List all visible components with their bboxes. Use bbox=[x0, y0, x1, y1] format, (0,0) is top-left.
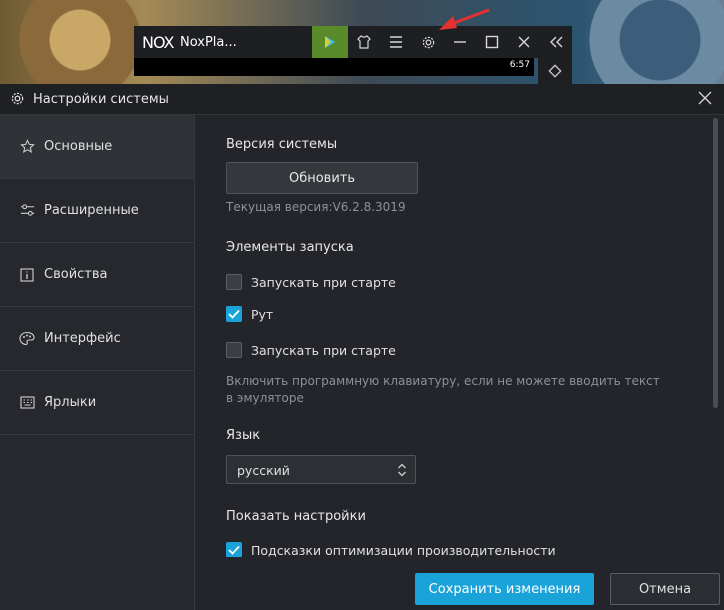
menu-icon bbox=[390, 36, 402, 48]
gear-icon bbox=[11, 92, 24, 105]
rotate-icon bbox=[548, 64, 562, 78]
maximize-icon bbox=[485, 35, 499, 49]
checkbox-label: Рут bbox=[251, 306, 274, 322]
sidebar-item-shortcuts[interactable]: Ярлыки bbox=[0, 371, 194, 435]
sidebar-item-basic[interactable]: Основные bbox=[0, 115, 194, 179]
nox-window-title: NoxPla... bbox=[180, 34, 237, 50]
launch-option-root[interactable]: Рут bbox=[226, 306, 273, 322]
update-button[interactable]: Обновить bbox=[226, 162, 418, 194]
checkbox-label: Подсказки оптимизации производительности bbox=[251, 542, 556, 558]
language-select[interactable]: русский bbox=[226, 455, 416, 484]
sidebar-item-label: Интерфейс bbox=[44, 331, 121, 346]
cancel-button[interactable]: Отмена bbox=[610, 573, 720, 605]
settings-sidebar: Основные Расширенные Свойства Интерфейс … bbox=[0, 115, 195, 610]
sidebar-item-properties[interactable]: Свойства bbox=[0, 243, 194, 307]
collapse-icon bbox=[550, 36, 563, 48]
android-status-bar: 6:57 bbox=[134, 58, 534, 76]
checkbox-label: Запускать при старте bbox=[251, 274, 396, 290]
play-store-button[interactable] bbox=[312, 26, 348, 58]
save-changes-button[interactable]: Сохранить изменения bbox=[415, 573, 594, 605]
checkmark-icon bbox=[228, 545, 240, 555]
checkbox-checked[interactable] bbox=[226, 542, 242, 557]
current-version-text: Текущая версия:V6.2.8.3019 bbox=[226, 200, 406, 214]
dialog-footer: Сохранить изменения Отмена bbox=[195, 557, 724, 610]
updown-chevron-icon bbox=[398, 463, 406, 477]
menu-button[interactable] bbox=[380, 26, 412, 58]
minimize-icon bbox=[454, 41, 466, 43]
sidebar-item-label: Свойства bbox=[44, 267, 108, 282]
dialog-title: Настройки системы bbox=[33, 92, 169, 107]
dialog-titlebar: Настройки системы bbox=[0, 84, 724, 115]
display-option-perf-tips[interactable]: Подсказки оптимизации производительности bbox=[226, 542, 556, 557]
settings-content: Версия системы Обновить Текущая версия:V… bbox=[195, 115, 712, 557]
nox-titlebar: NOX NoxPla... bbox=[134, 26, 572, 58]
sidebar-item-label: Основные bbox=[44, 139, 113, 154]
keyboard-icon bbox=[19, 395, 35, 411]
sidebar-item-label: Ярлыки bbox=[44, 395, 97, 410]
sliders-icon bbox=[19, 203, 35, 219]
section-title-language: Язык bbox=[226, 428, 261, 443]
checkmark-icon bbox=[228, 309, 240, 319]
launch-option-keyboard[interactable]: Запускать при старте bbox=[226, 342, 396, 358]
red-arrow-annotation bbox=[439, 8, 490, 30]
sidebar-item-interface[interactable]: Интерфейс bbox=[0, 307, 194, 371]
nox-logo: NOX bbox=[142, 32, 175, 52]
checkbox-label: Запускать при старте bbox=[251, 342, 396, 358]
keyboard-hint-text: Включить программную клавиатуру, если не… bbox=[226, 374, 660, 405]
info-icon bbox=[19, 267, 35, 283]
checkbox[interactable] bbox=[226, 274, 242, 290]
nox-side-toolbar[interactable] bbox=[538, 58, 572, 84]
section-title-display: Показать настройки bbox=[226, 509, 366, 524]
close-icon[interactable] bbox=[696, 89, 714, 107]
language-selected-value: русский bbox=[237, 463, 290, 478]
section-title-launch: Элементы запуска bbox=[226, 240, 354, 255]
star-icon bbox=[19, 139, 35, 155]
settings-dialog: Настройки системы Основные Расширенные С… bbox=[0, 84, 724, 610]
collapse-sidebar-button[interactable] bbox=[540, 26, 572, 58]
close-icon bbox=[518, 36, 530, 48]
section-title-system-version: Версия системы bbox=[226, 137, 338, 152]
sidebar-item-label: Расширенные bbox=[44, 203, 139, 218]
gear-icon bbox=[422, 36, 434, 48]
nox-close-button[interactable] bbox=[508, 26, 540, 58]
content-scrollbar[interactable] bbox=[713, 118, 718, 408]
checkbox[interactable] bbox=[226, 342, 242, 358]
theme-button[interactable] bbox=[348, 26, 380, 58]
status-time: 6:57 bbox=[509, 60, 530, 70]
launch-option-autostart[interactable]: Запускать при старте bbox=[226, 274, 396, 290]
sidebar-item-advanced[interactable]: Расширенные bbox=[0, 179, 194, 243]
shirt-icon bbox=[357, 35, 371, 49]
play-store-icon bbox=[325, 36, 335, 48]
palette-icon bbox=[19, 331, 35, 347]
checkbox-checked[interactable] bbox=[226, 306, 242, 322]
